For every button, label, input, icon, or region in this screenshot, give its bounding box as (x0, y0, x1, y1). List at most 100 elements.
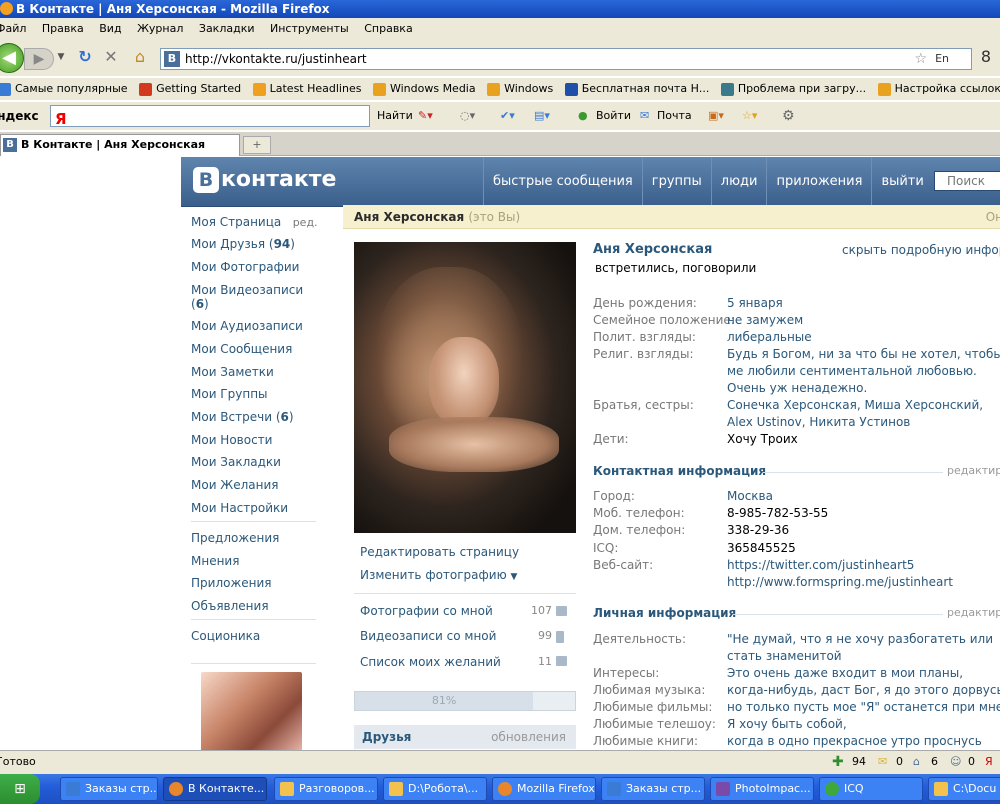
bookmark-item[interactable]: Windows Media (372, 78, 476, 100)
stop-icon[interactable]: ✕ (100, 46, 122, 68)
menu-my-friends[interactable]: Мои Друзья (94) (191, 237, 295, 251)
search-engine-icon[interactable]: 8 (976, 46, 996, 68)
menu-file[interactable]: Файл (0, 18, 26, 40)
note-icon[interactable]: ✉ (878, 751, 887, 773)
bookmark-item[interactable]: Самые популярные (0, 78, 128, 100)
new-tab-button[interactable]: + (243, 136, 271, 154)
promo-image[interactable] (201, 672, 302, 750)
bookmark-item[interactable]: Windows (487, 78, 553, 100)
yandex-status-icon[interactable]: Я (985, 751, 993, 773)
menu-opinions[interactable]: Мнения (191, 554, 239, 568)
music-value[interactable]: когда-нибудь, даст Бог, я до этого дорву… (727, 682, 1000, 699)
bookmarks-tool-icon[interactable]: ▣▾ (708, 102, 724, 130)
taskbar-item[interactable]: Заказы стр... (601, 777, 705, 801)
yandex-search-input[interactable]: Я (50, 105, 370, 128)
books-value[interactable]: когда в одно прекрасное утро проснусь (727, 733, 1000, 750)
menu-my-photos[interactable]: Мои Фотографии (191, 260, 299, 274)
interests-value[interactable]: Это очень даже входит в мои планы, (727, 665, 1000, 682)
nav-groups[interactable]: группы (641, 157, 711, 207)
add-friend-icon[interactable]: ✚ (832, 751, 844, 773)
menu-my-videos[interactable]: Мои Видеозаписи (6) (191, 283, 303, 311)
taskbar-item[interactable]: C:\Docu (928, 777, 1000, 801)
photos-with-me-link[interactable]: Фотографии со мной (360, 604, 493, 618)
menu-my-events[interactable]: Мои Встречи (6) (191, 410, 294, 424)
menu-help[interactable]: Справка (364, 18, 412, 40)
city-value[interactable]: Москва (727, 488, 1000, 505)
tab-vkontakte[interactable]: B В Контакте | Аня Херсонская (0, 134, 240, 156)
bookmark-item[interactable]: Проблема при загру... (720, 78, 866, 100)
political-views-value[interactable]: либеральные (727, 329, 1000, 346)
translate-icon[interactable]: ▤▾ (534, 102, 550, 130)
movies-value[interactable]: но только пусть мое "Я" останется при мн… (727, 699, 1000, 716)
website-link[interactable]: http://www.formspring.me/justinheart (727, 574, 1000, 591)
menu-ads[interactable]: Объявления (191, 599, 269, 613)
friends-block-header[interactable]: Друзья обновления (354, 725, 576, 749)
taskbar-item[interactable]: Mozilla Firefox (492, 777, 596, 801)
taskbar-item[interactable]: PhotoImpac... (710, 777, 814, 801)
menu-edit-link[interactable]: ред. (293, 216, 318, 229)
menu-applications[interactable]: Приложения (191, 576, 272, 590)
bookmark-star-icon[interactable]: ☆ (914, 49, 927, 69)
change-photo-link[interactable]: Изменить фотографию ▼ (360, 568, 517, 582)
taskbar-item-active[interactable]: В Контакте... (163, 777, 267, 801)
yandex-find-button[interactable]: Найти (377, 102, 413, 130)
menu-my-groups[interactable]: Мои Группы (191, 387, 268, 401)
back-button[interactable]: ◀ (0, 43, 24, 73)
menu-offers[interactable]: Предложения (191, 531, 279, 545)
bookmark-item[interactable]: Latest Headlines (252, 78, 361, 100)
menu-edit[interactable]: Правка (42, 18, 84, 40)
taskbar-item[interactable]: Заказы стр... (60, 777, 158, 801)
spellcheck-icon[interactable]: ✔▾ (500, 102, 515, 130)
menu-my-audio[interactable]: Мои Аудиозаписи (191, 319, 303, 333)
nav-logout[interactable]: выйти (871, 157, 932, 207)
home-icon[interactable]: ⌂ (128, 46, 152, 68)
siblings-value[interactable]: Сонечка Херсонская, Миша Херсонский, Ale… (727, 397, 1000, 431)
status-text[interactable]: встретились, поговорили (595, 261, 756, 275)
edit-page-link[interactable]: Редактировать страницу (360, 545, 519, 559)
profile-photo[interactable] (354, 242, 576, 533)
vk-logo[interactable]: Bконтакте (193, 167, 336, 193)
videos-with-me-link[interactable]: Видеозаписи со мной (360, 629, 496, 643)
reload-icon[interactable]: ↻ (74, 46, 96, 68)
tv-shows-value[interactable]: Я хочу быть собой, (727, 716, 1000, 733)
menu-view[interactable]: Вид (99, 18, 121, 40)
menu-my-wishes[interactable]: Мои Желания (191, 478, 279, 492)
menu-my-bookmarks[interactable]: Мои Закладки (191, 455, 281, 469)
friends-updates-link[interactable]: обновления (491, 725, 566, 749)
pencil-icon[interactable]: ✎▾ (418, 102, 433, 130)
settings-gear-icon[interactable]: ⚙ (782, 102, 795, 130)
activity-value[interactable]: "Не думай, что я не хочу разбогатеть или… (727, 631, 1000, 665)
menu-my-messages[interactable]: Мои Сообщения (191, 342, 292, 356)
forward-button[interactable]: ▶ (24, 48, 54, 70)
language-indicator[interactable]: En (935, 49, 949, 69)
history-dropdown-icon[interactable]: ▼ (56, 46, 66, 68)
menu-tools[interactable]: Инструменты (270, 18, 349, 40)
taskbar-item[interactable]: ICQ (819, 777, 923, 801)
address-bar[interactable]: B http://vkontakte.ru/justinheart ☆ En (160, 48, 972, 70)
menu-my-news[interactable]: Мои Новости (191, 433, 272, 447)
bookmark-item[interactable]: Бесплатная почта Н... (564, 78, 709, 100)
menu-my-settings[interactable]: Мои Настройки (191, 501, 288, 515)
nav-apps[interactable]: приложения (766, 157, 871, 207)
home-status-icon[interactable]: ⌂ (913, 751, 920, 773)
wishlist-link[interactable]: Список моих желаний (360, 655, 501, 669)
comment-icon[interactable]: ◌▾ (460, 102, 475, 130)
menu-my-notes[interactable]: Мои Заметки (191, 365, 274, 379)
birthday-value[interactable]: 5 января (727, 295, 1000, 312)
hide-details-link[interactable]: скрыть подробную информ (842, 243, 1000, 257)
contact-edit-link[interactable]: редактиро (947, 464, 1000, 477)
taskbar-item[interactable]: D:\Робота\... (383, 777, 487, 801)
personal-edit-link[interactable]: редактиро (947, 606, 1000, 619)
bookmark-item[interactable]: Getting Started (139, 78, 241, 100)
yandex-mail-button[interactable]: Почта (657, 102, 692, 130)
bookmark-item[interactable]: Настройка ссылок (877, 78, 1000, 100)
menu-bookmarks[interactable]: Закладки (199, 18, 255, 40)
nav-people[interactable]: люди (710, 157, 767, 207)
religious-views-value[interactable]: Будь я Богом, ни за что бы не хотел, что… (727, 346, 1000, 397)
people-icon[interactable]: ☺ (950, 751, 961, 773)
taskbar-item[interactable]: Разговоров... (274, 777, 378, 801)
website-link[interactable]: https://twitter.com/justinheart5 (727, 557, 1000, 574)
start-button[interactable]: ⊞ (0, 774, 40, 804)
yandex-login-button[interactable]: Войти (596, 102, 631, 130)
vk-search-input[interactable]: Поиск (934, 171, 1000, 191)
